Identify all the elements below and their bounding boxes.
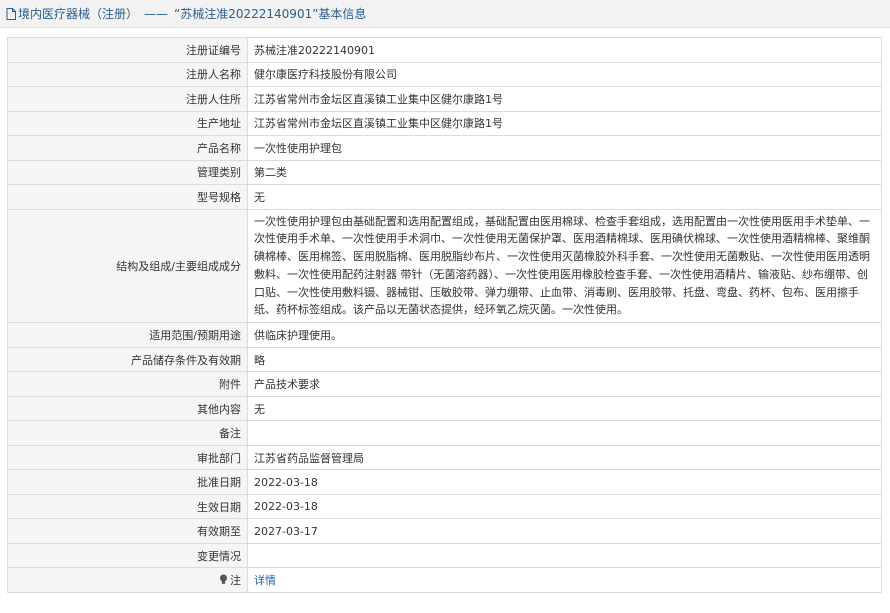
page-title: “苏械注准20222140901”基本信息	[174, 7, 367, 21]
page-header: 境内医疗器械（注册） —— “苏械注准20222140901”基本信息	[0, 0, 890, 28]
table-row: 附件 产品技术要求	[7, 371, 882, 397]
row-label: 有效期至	[7, 518, 248, 544]
row-label: 备注	[7, 420, 248, 446]
row-label: 生效日期	[7, 493, 248, 520]
table-row: 批准日期 2022-03-18	[7, 469, 882, 495]
row-value: 一次性使用护理包	[247, 135, 882, 161]
row-label: 注册人名称	[7, 61, 248, 87]
row-label: 其他内容	[7, 395, 248, 422]
row-value: 第二类	[247, 159, 882, 185]
table-row: 型号规格 无	[7, 184, 882, 210]
row-label: 生产地址	[7, 110, 248, 136]
header-separator: ——	[144, 6, 169, 21]
details-link[interactable]: 详情	[254, 574, 276, 587]
row-label: 附件	[7, 371, 248, 397]
row-value: 健尔康医疗科技股份有限公司	[247, 61, 882, 87]
row-label: 产品储存条件及有效期	[7, 346, 248, 373]
note-label-cell: 注	[7, 567, 248, 593]
row-value: 苏械注准20222140901	[247, 37, 882, 63]
table-row: 变更情况	[7, 542, 882, 569]
row-value: 详情	[247, 567, 882, 593]
row-label: 产品名称	[7, 135, 248, 161]
row-value: 供临床护理使用。	[247, 322, 882, 348]
row-label: 管理类别	[7, 159, 248, 185]
header-category: 境内医疗器械（注册）	[18, 7, 139, 21]
table-row: 审批部门 江苏省药品监督管理局	[7, 444, 882, 471]
row-value: 略	[247, 346, 882, 373]
row-label: 变更情况	[7, 542, 248, 569]
row-value: 产品技术要求	[247, 371, 882, 397]
table-row: 注册证编号 苏械注准20222140901	[7, 37, 882, 63]
table-row: 生效日期 2022-03-18	[7, 493, 882, 520]
row-label: 型号规格	[7, 184, 248, 210]
table-row: 适用范围/预期用途 供临床护理使用。	[7, 322, 882, 348]
table-row: 管理类别 第二类	[7, 159, 882, 185]
row-label: 注册证编号	[7, 37, 248, 63]
row-value: 江苏省常州市金坛区直溪镇工业集中区健尔康路1号	[247, 86, 882, 112]
row-value: 2027-03-17	[247, 518, 882, 544]
row-label: 适用范围/预期用途	[7, 322, 248, 348]
row-value: 无	[247, 184, 882, 210]
row-label: 审批部门	[7, 444, 248, 471]
table-row: 有效期至 2027-03-17	[7, 518, 882, 544]
document-icon	[6, 7, 16, 20]
info-table: 注册证编号 苏械注准20222140901 注册人名称 健尔康医疗科技股份有限公…	[7, 37, 882, 593]
row-value: 江苏省常州市金坛区直溪镇工业集中区健尔康路1号	[247, 110, 882, 136]
row-value	[247, 542, 882, 569]
table-row: 结构及组成/主要组成成分 一次性使用护理包由基础配置和选用配置组成，基础配置由医…	[7, 208, 882, 324]
table-row: 产品储存条件及有效期 略	[7, 346, 882, 373]
row-value: 2022-03-18	[247, 469, 882, 495]
table-row: 注册人名称 健尔康医疗科技股份有限公司	[7, 61, 882, 87]
row-value: 无	[247, 395, 882, 422]
row-label: 结构及组成/主要组成成分	[7, 208, 248, 324]
table-row: 生产地址 江苏省常州市金坛区直溪镇工业集中区健尔康路1号	[7, 110, 882, 136]
row-label: 注册人住所	[7, 86, 248, 112]
row-label: 注	[230, 574, 241, 588]
row-value: 一次性使用护理包由基础配置和选用配置组成，基础配置由医用棉球、检查手套组成，选用…	[247, 208, 882, 324]
table-row: 其他内容 无	[7, 395, 882, 422]
table-row: 注册人住所 江苏省常州市金坛区直溪镇工业集中区健尔康路1号	[7, 86, 882, 112]
row-label: 批准日期	[7, 469, 248, 495]
table-row: 产品名称 一次性使用护理包	[7, 135, 882, 161]
table-row: 注 详情	[7, 567, 882, 593]
row-value: 江苏省药品监督管理局	[247, 444, 882, 471]
table-row: 备注	[7, 420, 882, 446]
row-value: 2022-03-18	[247, 493, 882, 520]
row-value	[247, 420, 882, 446]
lightbulb-icon	[220, 574, 227, 584]
